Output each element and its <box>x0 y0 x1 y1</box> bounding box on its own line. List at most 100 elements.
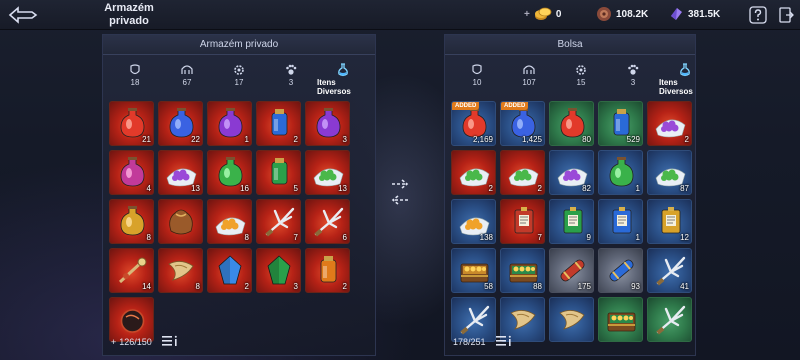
item-slot-claw-weapon[interactable] <box>647 297 692 342</box>
item-slot-purple-orbs[interactable]: 82 <box>549 150 594 195</box>
item-quantity: 12 <box>680 233 689 242</box>
leather-bag-icon <box>597 7 611 21</box>
item-slot-blue-bottle[interactable]: 2 <box>256 101 301 146</box>
item-slot-purple-orbs[interactable]: 13 <box>158 150 203 195</box>
move-right-icon[interactable] <box>390 178 410 190</box>
item-slot-green-bottle[interactable]: 5 <box>256 150 301 195</box>
item-slot-pink-potion[interactable]: 4 <box>109 150 154 195</box>
item-slot-green-orbs[interactable]: 13 <box>305 150 350 195</box>
helmet-icon <box>180 63 194 77</box>
item-slot-red-potion[interactable]: 21 <box>109 101 154 146</box>
item-slot-golden-horn[interactable]: 8 <box>158 248 203 293</box>
item-slot-purple-orbs[interactable]: 2 <box>647 101 692 146</box>
item-quantity: 22 <box>191 135 200 144</box>
item-slot-green-orbs[interactable]: 2 <box>451 150 496 195</box>
green-crystal-icon <box>267 255 291 285</box>
blue-bottle-icon <box>271 109 288 136</box>
item-quantity: 88 <box>533 282 542 291</box>
move-left-icon[interactable] <box>390 194 410 206</box>
item-slot-claw-weapon[interactable]: 6 <box>305 199 350 244</box>
tab-helmet[interactable]: 107 <box>503 63 555 91</box>
item-slot-blue-potion[interactable]: 22 <box>158 101 203 146</box>
item-slot-ornate-staff[interactable]: 14 <box>109 248 154 293</box>
tab-paw[interactable]: 3 <box>607 63 659 91</box>
item-quantity: 13 <box>338 184 347 193</box>
item-slot-green-orbs[interactable]: 87 <box>647 150 692 195</box>
tab-count: 67 <box>182 78 192 87</box>
item-quantity: 2 <box>537 184 542 193</box>
claw-weapon-icon <box>460 305 490 335</box>
bag-footer: 178/251 <box>453 335 512 349</box>
sort-list-icon <box>495 335 511 346</box>
bag-tabs: 10 107 15 3 Itens Diversos <box>451 63 711 96</box>
tab-potion[interactable]: Itens Diversos <box>659 63 711 96</box>
item-slot-red-scroll[interactable]: 7 <box>500 199 545 244</box>
tab-count: 18 <box>130 78 140 87</box>
item-slot-gold-orbs[interactable]: 8 <box>207 199 252 244</box>
tab-helmet[interactable]: 67 <box>161 63 213 91</box>
green-scroll-icon <box>563 207 583 234</box>
item-slot-red-potion[interactable]: ADDED 2,169 <box>451 101 496 146</box>
item-slot-gold-scroll[interactable]: 12 <box>647 199 692 244</box>
item-slot-brown-pouch[interactable] <box>158 199 203 244</box>
tab-paw[interactable]: 3 <box>265 63 317 91</box>
item-quantity: 93 <box>631 282 640 291</box>
item-slot-blue-crystal[interactable]: 2 <box>207 248 252 293</box>
sort-button[interactable] <box>161 335 178 349</box>
helmet-icon <box>522 63 536 77</box>
item-slot-blue-bottle[interactable]: 529 <box>598 101 643 146</box>
item-slot-purple-potion[interactable]: 3 <box>305 101 350 146</box>
item-quantity: 6 <box>342 233 347 242</box>
gear-icon <box>574 63 588 77</box>
crystal-icon <box>671 8 682 20</box>
gold-currency: + 0 <box>524 6 561 22</box>
golden-horn-icon <box>559 310 585 330</box>
bag-grid: ADDED 2,169 ADDED 1,425 80 529 2 2 2 82 1 87 138 7 9 1 1… <box>451 101 692 342</box>
item-slot-green-chest[interactable] <box>598 297 643 342</box>
item-slot-green-potion[interactable]: 1 <box>598 150 643 195</box>
item-slot-golden-horn[interactable] <box>549 297 594 342</box>
tab-potion[interactable]: Itens Diversos <box>317 63 369 96</box>
item-slot-red-potion[interactable]: 80 <box>549 101 594 146</box>
warehouse-title: Armazém privado <box>103 35 375 55</box>
gold-coin-icon <box>534 7 552 20</box>
warehouse-footer: + 126/150 <box>111 335 178 349</box>
tab-gear[interactable]: 15 <box>555 63 607 91</box>
warehouse-capacity[interactable]: + 126/150 <box>111 337 152 347</box>
back-button[interactable] <box>6 4 40 26</box>
item-slot-blue-scroll[interactable]: 1 <box>598 199 643 244</box>
tab-gear[interactable]: 17 <box>213 63 265 91</box>
item-slot-claw-weapon[interactable]: 7 <box>256 199 301 244</box>
golden-horn-icon <box>510 310 536 330</box>
exit-button[interactable] <box>776 5 796 25</box>
tab-armor[interactable]: 18 <box>109 63 161 91</box>
item-quantity: 8 <box>195 282 200 291</box>
item-slot-orange-bottle[interactable]: 2 <box>305 248 350 293</box>
item-quantity: 5 <box>293 184 298 193</box>
bag-title: Bolsa <box>445 35 695 55</box>
help-button[interactable] <box>748 5 768 25</box>
item-slot-blue-scroll-roll[interactable]: 93 <box>598 248 643 293</box>
item-slot-green-scroll[interactable]: 9 <box>549 199 594 244</box>
crystal-value: 381.5K <box>688 8 721 20</box>
item-slot-blue-potion[interactable]: ADDED 1,425 <box>500 101 545 146</box>
currency-plus: + <box>524 8 530 20</box>
tab-label: Itens Diversos <box>317 78 351 96</box>
item-quantity: 21 <box>142 135 151 144</box>
item-slot-green-chest[interactable]: 88 <box>500 248 545 293</box>
sort-button[interactable] <box>495 335 512 349</box>
item-slot-claw-weapon[interactable]: 41 <box>647 248 692 293</box>
item-slot-gold-potion[interactable]: 8 <box>109 199 154 244</box>
bag-capacity[interactable]: 178/251 <box>453 337 486 347</box>
item-slot-green-potion[interactable]: 16 <box>207 150 252 195</box>
item-slot-purple-potion[interactable]: 1 <box>207 101 252 146</box>
item-slot-gold-chest[interactable]: 58 <box>451 248 496 293</box>
item-slot-green-orbs[interactable]: 2 <box>500 150 545 195</box>
item-slot-green-crystal[interactable]: 3 <box>256 248 301 293</box>
item-quantity: 2 <box>293 135 298 144</box>
claw-weapon-icon <box>265 207 295 237</box>
item-slot-gold-orbs[interactable]: 138 <box>451 199 496 244</box>
item-quantity: 3 <box>342 135 347 144</box>
tab-armor[interactable]: 10 <box>451 63 503 91</box>
item-slot-red-scroll-roll[interactable]: 175 <box>549 248 594 293</box>
